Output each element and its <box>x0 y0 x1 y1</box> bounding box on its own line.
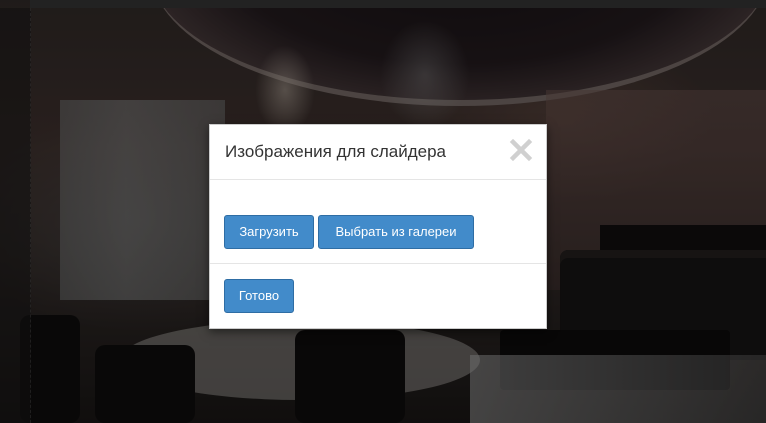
dialog-footer: Готово <box>210 264 546 328</box>
close-button[interactable] <box>509 136 533 164</box>
slider-images-dialog: Изображения для слайдера Загрузить Выбра… <box>209 124 547 329</box>
dialog-title: Изображения для слайдера <box>225 142 446 161</box>
dialog-body: Загрузить Выбрать из галереи <box>210 180 546 264</box>
upload-button[interactable]: Загрузить <box>224 215 314 249</box>
close-icon <box>509 138 533 167</box>
dialog-header: Изображения для слайдера <box>210 125 546 180</box>
choose-from-gallery-button[interactable]: Выбрать из галереи <box>318 215 474 249</box>
page-viewport: Изображения для слайдера Загрузить Выбра… <box>0 0 766 423</box>
done-button[interactable]: Готово <box>224 279 294 313</box>
